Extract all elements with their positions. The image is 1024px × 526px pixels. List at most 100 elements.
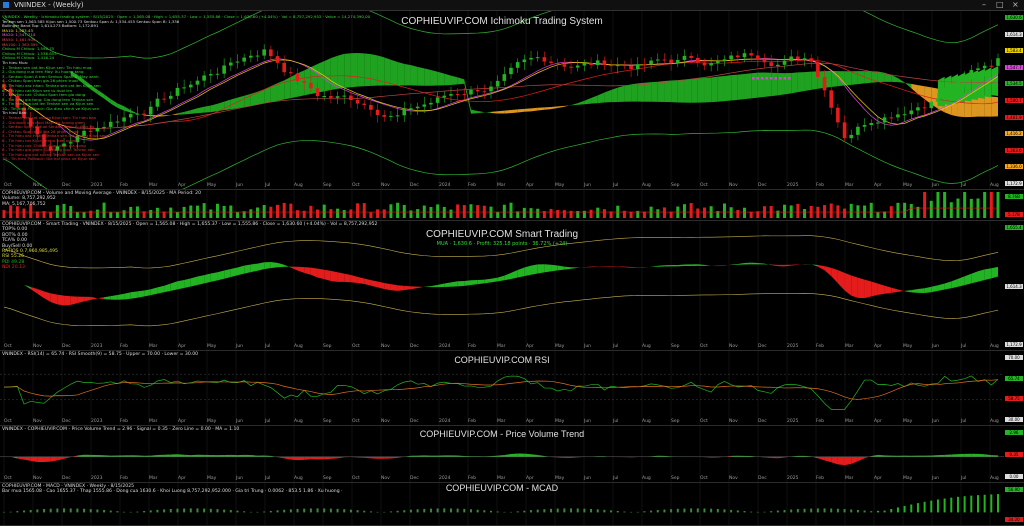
kumo-cloud-segment xyxy=(785,73,792,94)
volume-bar xyxy=(596,208,599,218)
time-axis-label: Aug xyxy=(642,182,651,189)
macd-histogram-bar xyxy=(457,509,459,513)
pvt-area-segment xyxy=(97,455,104,457)
volume-bar xyxy=(76,212,79,218)
trend-ribbon-segment xyxy=(624,267,631,268)
kumo-cloud-segment xyxy=(644,82,651,102)
candle-body xyxy=(716,61,720,63)
time-axis-label: Apr xyxy=(874,475,882,482)
macd-histogram-bar xyxy=(257,512,259,513)
macd-histogram-bar xyxy=(917,503,919,512)
trend-ribbon-segment xyxy=(544,264,551,272)
close-button[interactable]: × xyxy=(1012,0,1019,10)
macd-histogram-bar xyxy=(984,495,986,513)
info-legend-volume: COPHIEUVIP.COM - Volume and Moving Avera… xyxy=(2,191,201,207)
pane-volume[interactable]: COPHIEUVIP.COM - Volume and Moving Avera… xyxy=(0,190,1024,221)
volume-bar xyxy=(510,203,513,218)
candle-body xyxy=(436,97,440,102)
macd-histogram-bar xyxy=(797,509,799,512)
trend-ribbon-segment xyxy=(344,274,351,283)
time-axis-label: Dec xyxy=(410,418,419,425)
candle-body xyxy=(549,62,553,63)
projection-marker xyxy=(766,77,769,80)
volume-bar xyxy=(49,212,52,218)
pvt-area-segment xyxy=(931,455,938,457)
volume-bar xyxy=(463,205,466,218)
candle-body xyxy=(983,66,987,69)
candle-body xyxy=(556,63,560,64)
info-line: VNINDEX - COPHIEUVIP.COM - Price Volume … xyxy=(2,427,239,432)
macd-histogram-bar xyxy=(904,506,906,512)
kumo-cloud-segment xyxy=(985,96,992,117)
candle-body xyxy=(929,102,933,108)
trend-ribbon-segment xyxy=(191,277,198,287)
time-axis-label: Jul xyxy=(961,182,966,189)
volume-bar xyxy=(156,208,159,218)
kumo-cloud-segment xyxy=(631,83,638,101)
price-label: 58.75 xyxy=(1005,396,1023,401)
kumo-cloud-segment xyxy=(411,65,418,85)
time-axis-label: Oct xyxy=(700,343,708,350)
kumo-cloud-segment xyxy=(925,86,932,104)
macd-histogram-bar xyxy=(243,511,245,512)
candle-body xyxy=(803,58,807,59)
volume-bar xyxy=(703,208,706,218)
volume-bar xyxy=(970,199,973,218)
volume-bar xyxy=(396,203,399,218)
candle-body xyxy=(516,62,520,68)
pane-rsi[interactable]: COPHIEUVIP.COM RSIVNINDEX - RSI(14) = 65… xyxy=(0,351,1024,426)
volume-bar xyxy=(823,205,826,218)
time-axis-label: Dec xyxy=(62,343,71,350)
candle-body xyxy=(563,64,567,67)
macd-histogram-bar xyxy=(657,510,659,512)
kumo-cloud-segment xyxy=(738,74,745,100)
time-axis-label: Jul xyxy=(961,418,966,425)
macd-histogram-bar xyxy=(250,512,252,513)
projection-marker xyxy=(752,77,755,80)
macd-histogram-bar xyxy=(970,496,972,513)
trend-ribbon-segment xyxy=(117,294,124,300)
time-axis-label: Feb xyxy=(120,475,128,482)
volume-bar xyxy=(750,212,753,218)
macd-histogram-bar xyxy=(690,508,692,512)
candle-body xyxy=(663,60,667,61)
price-label: 56.90 xyxy=(1005,487,1023,492)
candle-body xyxy=(449,94,453,96)
kumo-cloud-segment xyxy=(438,72,445,86)
volume-bar xyxy=(863,206,866,218)
time-axis-label: 2025 xyxy=(787,418,798,425)
macd-histogram-bar xyxy=(203,509,205,513)
window-title: VNINDEX - (Weekly) xyxy=(14,0,84,10)
projection-marker xyxy=(775,77,778,80)
pane-macd[interactable]: COPHIEUVIP.COM - MCADCOPHIEUVIP.COM - MA… xyxy=(0,483,1024,526)
candle-body xyxy=(876,123,880,124)
kumo-cloud-segment xyxy=(805,72,812,91)
macd-histogram-bar xyxy=(764,512,766,513)
volume-bar xyxy=(696,209,699,218)
info-legend-ichimoku: VNINDEX - Weekly · Ichimoku trading syst… xyxy=(2,15,370,162)
minimize-button[interactable]: – xyxy=(982,0,986,10)
time-axis-label: Sep xyxy=(323,182,331,189)
pane-smart[interactable]: MUA · 1,630.6 · Profit: 325.18 points · … xyxy=(0,221,1024,351)
trend-ribbon-segment xyxy=(785,265,792,267)
trend-ribbon-segment xyxy=(858,278,865,299)
macd-histogram-bar xyxy=(817,508,819,512)
time-axis-label: Mar xyxy=(149,343,158,350)
kumo-cloud-segment xyxy=(858,71,865,84)
trend-ribbon-segment xyxy=(378,282,385,289)
time-axis-label: Jun xyxy=(584,182,591,189)
maximize-button[interactable]: □ xyxy=(996,0,1004,10)
pane-pvt[interactable]: COPHIEUVIP.COM - Price Volume TrendVNIND… xyxy=(0,426,1024,483)
time-axis-label: Aug xyxy=(294,182,303,189)
kumo-cloud-segment xyxy=(418,67,425,86)
pvt-area-segment xyxy=(331,457,338,459)
macd-histogram-bar xyxy=(196,508,198,512)
macd-histogram-bar xyxy=(550,509,552,513)
trend-ribbon-segment xyxy=(885,286,892,294)
candle-body xyxy=(643,64,647,65)
volume-bar xyxy=(343,210,346,218)
pane-ichimoku[interactable]: COPHIEUVIP.COM Ichimoku Trading SystemVN… xyxy=(0,11,1024,190)
candle-body xyxy=(396,115,400,116)
pvt-area-segment xyxy=(978,454,985,457)
macd-histogram-bar xyxy=(897,507,899,512)
